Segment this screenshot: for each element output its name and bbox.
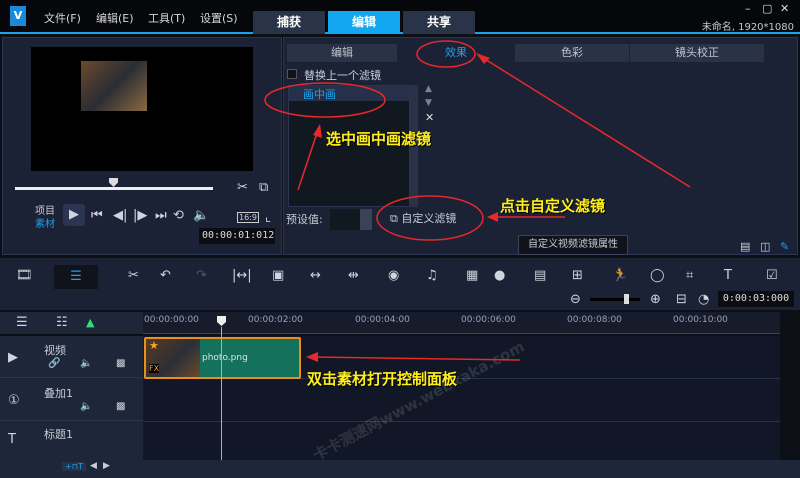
annotation-overlay [264, 40, 691, 362]
arrow-line [297, 129, 319, 191]
arrow-line [311, 356, 521, 361]
highlight-custom-filter [376, 195, 484, 241]
annotation-select-pip: 选中画中画滤镜 [326, 130, 432, 148]
arrow-head [313, 124, 322, 138]
arrow-head [476, 53, 490, 64]
highlight-pip-filter [264, 82, 386, 118]
arrow-line [479, 55, 691, 188]
annotation-click-custom: 点击自定义滤镜 [500, 197, 606, 215]
annotation-double-click: 双击素材打开控制面板 [307, 370, 458, 388]
arrow-head [306, 352, 318, 362]
highlight-effects-tab [416, 40, 476, 68]
arrow-head [487, 212, 498, 222]
